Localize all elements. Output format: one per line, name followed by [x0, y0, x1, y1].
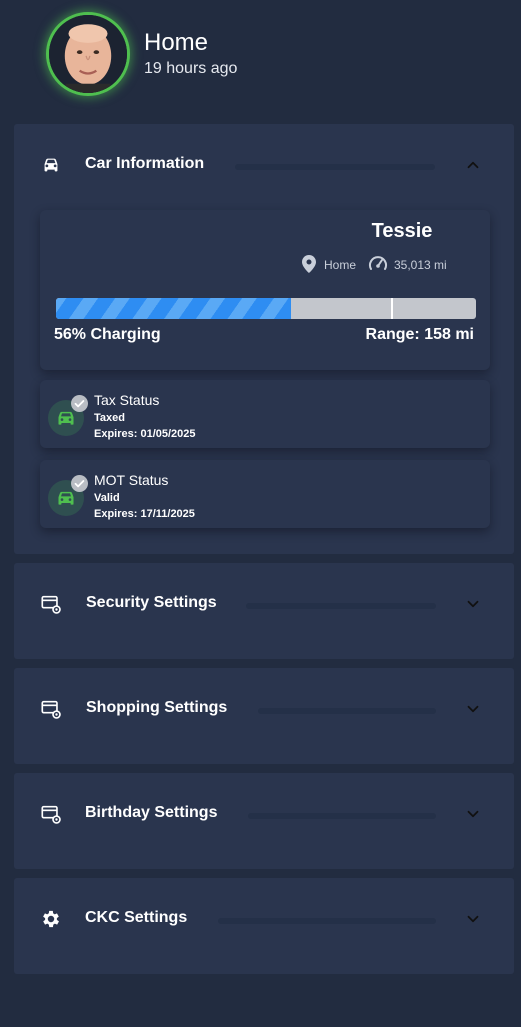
last-updated-label: 19 hours ago	[144, 60, 238, 77]
chevron-down-icon[interactable]	[464, 910, 482, 928]
birthday-settings-header[interactable]: Birthday Settings	[14, 773, 514, 853]
chevron-down-icon[interactable]	[464, 805, 482, 823]
car-icon	[40, 154, 62, 176]
avatar[interactable]	[46, 12, 130, 96]
shopping-settings-header[interactable]: Shopping Settings	[14, 668, 514, 748]
header: Home 19 hours ago	[46, 12, 466, 98]
mot-status-card: MOT Status Valid Expires: 17/11/2025	[40, 460, 490, 528]
chevron-up-icon[interactable]	[464, 156, 482, 174]
ckc-settings-title: CKC Settings	[85, 909, 188, 926]
header-divider	[218, 918, 436, 924]
car-information-header[interactable]: Car Information	[14, 124, 514, 204]
settings-cog-icon	[40, 698, 62, 720]
range-readout: Range: 158 mi	[365, 326, 474, 343]
car-information-title: Car Information	[85, 155, 205, 172]
security-settings-panel[interactable]: Security Settings	[14, 563, 514, 659]
odometer-reading: 35,013 mi	[394, 258, 447, 272]
location-pin-icon	[302, 255, 316, 273]
settings-cog-icon	[40, 803, 62, 825]
check-circle-icon	[71, 395, 88, 412]
birthday-settings-title: Birthday Settings	[85, 804, 218, 821]
car-summary-card: Tessie Home 35,013 mi 56% Charging Range…	[40, 210, 490, 370]
status-title: MOT Status	[94, 472, 169, 488]
birthday-settings-panel[interactable]: Birthday Settings	[14, 773, 514, 869]
chevron-down-icon[interactable]	[464, 595, 482, 613]
chevron-down-icon[interactable]	[464, 700, 482, 718]
header-divider	[235, 164, 435, 170]
car-information-panel: Car Information Tessie Home 35,013 mi 56…	[14, 124, 514, 554]
status-title: Tax Status	[94, 392, 160, 408]
header-divider	[248, 813, 436, 819]
page-title: Home	[144, 29, 209, 56]
header-divider	[258, 708, 436, 714]
charge-limit-marker	[391, 298, 393, 319]
status-value: Valid	[94, 492, 120, 504]
status-expiry: Expires: 01/05/2025	[94, 428, 196, 440]
car-location: Home	[324, 258, 357, 272]
security-settings-title: Security Settings	[86, 594, 217, 611]
car-name: Tessie	[371, 220, 433, 242]
header-divider	[246, 603, 436, 609]
security-settings-header[interactable]: Security Settings	[14, 563, 514, 643]
tax-status-card: Tax Status Taxed Expires: 01/05/2025	[40, 380, 490, 448]
ckc-settings-panel[interactable]: CKC Settings	[14, 878, 514, 974]
shopping-settings-panel[interactable]: Shopping Settings	[14, 668, 514, 764]
person-avatar-icon	[49, 15, 127, 93]
ckc-settings-header[interactable]: CKC Settings	[14, 878, 514, 958]
charge-progress-bar	[56, 298, 476, 319]
status-expiry: Expires: 17/11/2025	[94, 508, 195, 520]
charge-progress-fill	[56, 298, 292, 319]
settings-cog-icon	[40, 593, 62, 615]
speedometer-icon	[368, 254, 388, 274]
charge-status: 56% Charging	[54, 326, 161, 343]
status-value: Taxed	[94, 412, 125, 424]
check-circle-icon	[71, 475, 88, 492]
gear-icon	[40, 908, 62, 930]
shopping-settings-title: Shopping Settings	[86, 699, 228, 716]
